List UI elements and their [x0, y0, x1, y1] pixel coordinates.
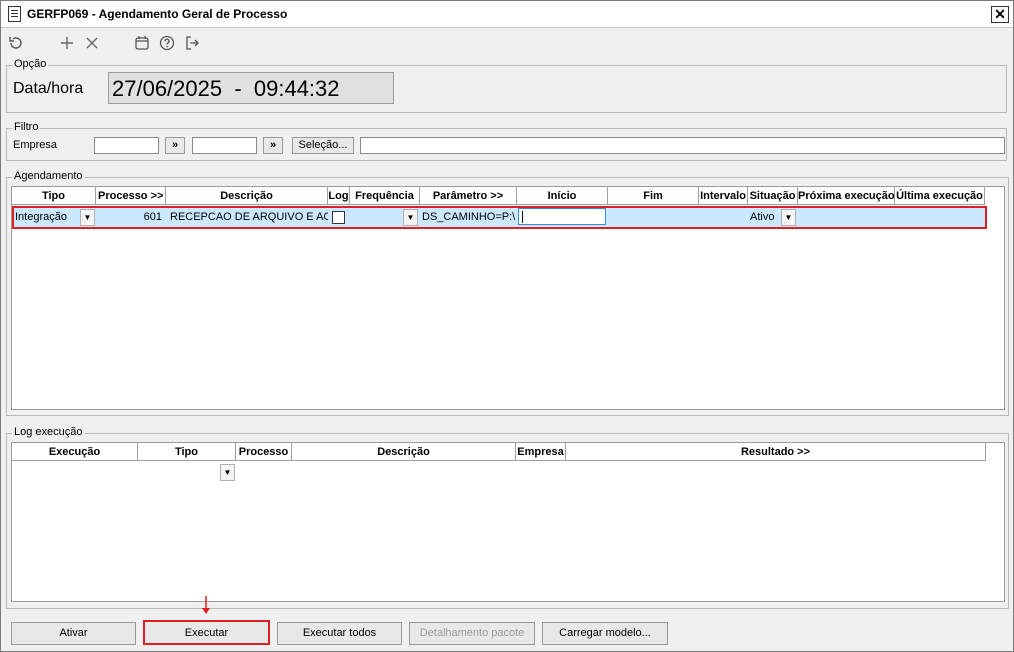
document-icon — [8, 6, 21, 22]
agendamento-group: Agendamento Tipo Processo >> Descrição L… — [6, 170, 1009, 416]
add-icon[interactable] — [57, 34, 77, 54]
log-col-empresa[interactable]: Empresa — [516, 443, 566, 461]
col-ultima-execucao[interactable]: Última execução — [895, 187, 985, 205]
log-execucao-label: Log execução — [12, 426, 85, 438]
agendamento-grid: Tipo Processo >> Descrição Log Frequênci… — [11, 186, 1005, 410]
title-bar: GERFP069 - Agendamento Geral de Processo… — [1, 1, 1013, 28]
empresa-from-field[interactable] — [94, 137, 159, 154]
opcao-label: Opção — [12, 58, 49, 70]
detalhamento-pacote-button[interactable]: Detalhamento pacote — [409, 622, 535, 645]
log-col-descricao[interactable]: Descrição — [292, 443, 516, 461]
datetime-value[interactable]: 27/06/2025 - 09:44:32 — [108, 72, 394, 104]
filtro-label: Filtro — [12, 121, 41, 133]
selecao-value-field[interactable] — [360, 137, 1005, 154]
close-button[interactable]: ✕ — [991, 6, 1009, 23]
col-fim[interactable]: Fim — [608, 187, 699, 205]
refresh-icon[interactable] — [6, 34, 26, 54]
opcao-group: Opção Data/hora 27/06/2025 - 09:44:32 — [6, 58, 1007, 113]
log-col-execucao[interactable]: Execução — [12, 443, 138, 461]
col-inicio[interactable]: Início — [517, 187, 608, 205]
executar-button[interactable]: Executar — [143, 620, 270, 645]
annotation-arrow-icon — [202, 596, 210, 614]
log-col-processo[interactable]: Processo — [236, 443, 292, 461]
help-icon[interactable] — [157, 34, 177, 54]
filtro-group: Filtro Empresa » » Seleção... — [6, 121, 1007, 161]
col-tipo[interactable]: Tipo — [12, 187, 96, 205]
window-title: GERFP069 - Agendamento Geral de Processo — [27, 7, 288, 21]
carregar-modelo-button[interactable]: Carregar modelo... — [542, 622, 668, 645]
col-descricao[interactable]: Descrição — [166, 187, 328, 205]
delete-icon[interactable] — [82, 34, 102, 54]
col-proxima-execucao[interactable]: Próxima execução — [798, 187, 895, 205]
empresa-to-field[interactable] — [192, 137, 257, 154]
agendamento-label: Agendamento — [12, 170, 85, 182]
col-situacao[interactable]: Situação — [748, 187, 798, 205]
selecao-button[interactable]: Seleção... — [292, 137, 354, 154]
log-tipo-dropdown-icon[interactable]: ▼ — [220, 464, 235, 481]
col-processo[interactable]: Processo >> — [96, 187, 166, 205]
col-frequencia[interactable]: Frequência — [350, 187, 420, 205]
col-parametro[interactable]: Parâmetro >> — [420, 187, 517, 205]
empresa-from-lookup-button[interactable]: » — [165, 137, 185, 154]
empresa-to-lookup-button[interactable]: » — [263, 137, 283, 154]
log-col-resultado[interactable]: Resultado >> — [566, 443, 986, 461]
log-col-tipo[interactable]: Tipo — [138, 443, 236, 461]
ativar-button[interactable]: Ativar — [11, 622, 136, 645]
datetime-label: Data/hora — [13, 80, 84, 97]
log-execucao-group: Log execução Execução Tipo Processo Desc… — [6, 426, 1009, 609]
exit-icon[interactable] — [182, 34, 202, 54]
col-log[interactable]: Log — [328, 187, 350, 205]
row-highlight — [12, 206, 987, 229]
col-intervalo[interactable]: Intervalo — [699, 187, 748, 205]
empresa-label: Empresa — [13, 139, 58, 151]
executar-todos-button[interactable]: Executar todos — [277, 622, 402, 645]
calendar-icon[interactable] — [132, 34, 152, 54]
main-window: GERFP069 - Agendamento Geral de Processo… — [0, 0, 1014, 652]
log-execucao-grid: Execução Tipo Processo Descrição Empresa… — [11, 442, 1005, 602]
